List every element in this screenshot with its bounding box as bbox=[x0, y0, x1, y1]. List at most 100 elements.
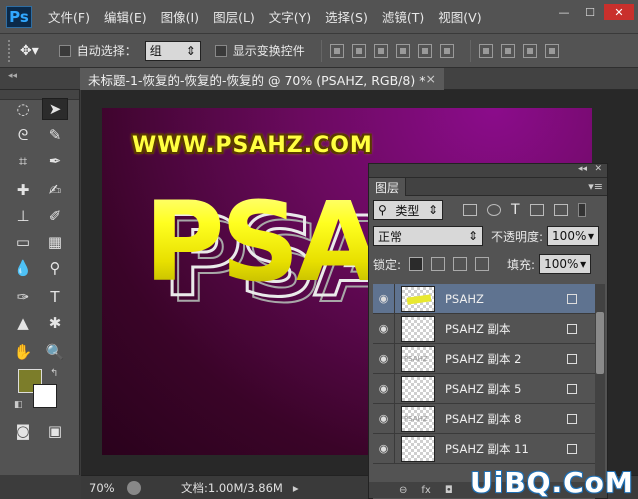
background-color-swatch[interactable] bbox=[33, 384, 57, 408]
menu-image[interactable]: 图像(I) bbox=[161, 7, 199, 26]
filter-kind-dropdown[interactable]: ⚲ 类型 ⇕ bbox=[373, 200, 443, 220]
hand-tool-icon[interactable]: ✋ bbox=[10, 341, 36, 363]
filter-type-icon[interactable]: T bbox=[511, 202, 520, 218]
menu-view[interactable]: 视图(V) bbox=[438, 7, 481, 26]
lock-transparency-icon[interactable] bbox=[409, 257, 424, 271]
gradient-tool-icon[interactable]: ▦ bbox=[42, 231, 68, 253]
layer-row[interactable]: ◉ PSAHZ 副本 11 bbox=[373, 433, 595, 464]
status-info-icon[interactable] bbox=[127, 480, 141, 495]
filter-pixel-icon[interactable] bbox=[463, 204, 477, 216]
panel-menu-icon[interactable]: ▾≡ bbox=[588, 180, 603, 193]
filter-shape-icon[interactable] bbox=[529, 204, 544, 216]
distribute-vcenter-icon[interactable] bbox=[500, 43, 515, 58]
visibility-eye-icon[interactable]: ◉ bbox=[373, 343, 395, 374]
align-left-icon[interactable] bbox=[395, 43, 410, 58]
minimize-button[interactable]: — bbox=[552, 4, 576, 20]
pen-tool-icon[interactable]: ✑ bbox=[10, 286, 36, 308]
screen-mode-icon[interactable]: ▣ bbox=[42, 420, 68, 442]
collapse-icon[interactable]: ◂◂ bbox=[8, 71, 17, 81]
layer-thumbnail bbox=[401, 435, 435, 462]
status-zoom[interactable]: 70% bbox=[89, 481, 127, 495]
add-mask-icon[interactable]: ◘ bbox=[445, 485, 453, 496]
chevron-down-icon: ▾ bbox=[580, 257, 587, 271]
collapse-panel-icon[interactable]: ◂◂ bbox=[578, 164, 587, 174]
options-grip[interactable] bbox=[8, 39, 14, 62]
auto-select-label: 自动选择： bbox=[76, 44, 137, 58]
visibility-eye-icon[interactable]: ◉ bbox=[373, 373, 395, 404]
chevron-down-icon: ▾ bbox=[588, 229, 595, 243]
maximize-button[interactable]: ☐ bbox=[578, 4, 602, 20]
layer-row[interactable]: ◉ PSAHZ 副本 8 bbox=[373, 403, 595, 434]
layer-row[interactable]: ◉ PSAHZ bbox=[373, 284, 595, 314]
status-arrow-icon[interactable]: ▸ bbox=[293, 481, 299, 495]
align-right-icon[interactable] bbox=[439, 43, 454, 58]
filter-adjustment-icon[interactable] bbox=[487, 204, 501, 216]
document-tab[interactable]: 未标题-1-恢复的-恢复的-恢复的 @ 70% (PSAHZ, RGB/8) *… bbox=[80, 68, 444, 90]
layer-row[interactable]: ◉ PSAHZ 副本 5 bbox=[373, 373, 595, 404]
move-tool-icon[interactable]: ✥▾ bbox=[20, 43, 39, 59]
brush-tool-icon[interactable]: ✍ bbox=[42, 179, 68, 201]
type-tool-icon[interactable]: T bbox=[42, 286, 68, 308]
menu-layer[interactable]: 图层(L) bbox=[213, 7, 255, 26]
shape-tool-icon[interactable]: ✱ bbox=[42, 312, 68, 334]
default-colors-icon[interactable]: ◧ bbox=[14, 400, 23, 410]
layer-thumbnail bbox=[401, 315, 435, 342]
healing-brush-tool-icon[interactable]: ✚ bbox=[10, 179, 36, 201]
close-button[interactable]: ✕ bbox=[604, 4, 634, 20]
align-hcenter-icon[interactable] bbox=[417, 43, 432, 58]
zoom-tool-icon[interactable]: 🔍 bbox=[42, 341, 68, 363]
search-icon: ⚲ bbox=[378, 203, 387, 217]
link-layers-icon[interactable]: ⊖ bbox=[399, 485, 407, 496]
menu-file[interactable]: 文件(F) bbox=[48, 7, 90, 26]
align-bottom-icon[interactable] bbox=[373, 43, 388, 58]
lock-position-icon[interactable] bbox=[453, 257, 468, 271]
close-tab-icon[interactable]: × bbox=[426, 71, 436, 86]
menu-select[interactable]: 选择(S) bbox=[325, 7, 368, 26]
layers-scrollbar-thumb[interactable] bbox=[596, 312, 604, 374]
eyedropper-tool-icon[interactable]: ✒ bbox=[42, 150, 68, 172]
eraser-tool-icon[interactable]: ▭ bbox=[10, 231, 36, 253]
visibility-eye-icon[interactable]: ◉ bbox=[373, 284, 395, 314]
menu-type[interactable]: 文字(Y) bbox=[269, 7, 311, 26]
filter-toggle[interactable] bbox=[577, 203, 586, 217]
lock-all-icon[interactable] bbox=[475, 257, 490, 271]
path-select-tool-icon[interactable]: ▲ bbox=[10, 312, 36, 334]
blend-mode-dropdown[interactable]: 正常 ⇕ bbox=[373, 226, 483, 246]
menu-filter[interactable]: 滤镜(T) bbox=[382, 7, 424, 26]
crop-tool-icon[interactable]: ⌗ bbox=[10, 150, 36, 172]
distribute-bottom-icon[interactable] bbox=[522, 43, 537, 58]
blur-tool-icon[interactable]: 💧 bbox=[10, 257, 36, 279]
opacity-input[interactable]: 100% ▾ bbox=[547, 226, 600, 246]
auto-select-checkbox[interactable] bbox=[58, 44, 71, 57]
show-transform-checkbox[interactable] bbox=[214, 44, 227, 57]
auto-select-dropdown[interactable]: 组 ⇕ bbox=[144, 40, 201, 61]
layer-row[interactable]: ◉ PSAHZ 副本 2 bbox=[373, 343, 595, 374]
distribute-top-icon[interactable] bbox=[478, 43, 493, 58]
swap-colors-icon[interactable]: ↰ bbox=[50, 368, 58, 379]
history-brush-tool-icon[interactable]: ✐ bbox=[42, 205, 68, 227]
close-panel-icon[interactable]: ✕ bbox=[594, 164, 602, 174]
visibility-eye-icon[interactable]: ◉ bbox=[373, 403, 395, 434]
lock-row: 锁定: 填充: 100% ▾ bbox=[369, 254, 607, 274]
distribute-left-icon[interactable] bbox=[544, 43, 559, 58]
lasso-tool-icon[interactable]: ᘓ bbox=[10, 124, 36, 146]
dodge-tool-icon[interactable]: ⚲ bbox=[42, 257, 68, 279]
tab-layers[interactable]: 图层 bbox=[369, 178, 407, 196]
fill-input[interactable]: 100% ▾ bbox=[539, 254, 592, 274]
add-style-icon[interactable]: fx bbox=[421, 485, 430, 496]
menu-edit[interactable]: 编辑(E) bbox=[104, 7, 147, 26]
clone-stamp-tool-icon[interactable]: ⊥ bbox=[10, 205, 36, 227]
quick-mask-icon[interactable]: ◙ bbox=[10, 420, 36, 442]
visibility-eye-icon[interactable]: ◉ bbox=[373, 433, 395, 464]
visibility-eye-icon[interactable]: ◉ bbox=[373, 313, 395, 344]
fill-label: 填充: bbox=[507, 257, 536, 272]
quick-select-tool-icon[interactable]: ✎ bbox=[42, 124, 68, 146]
align-vcenter-icon[interactable] bbox=[351, 43, 366, 58]
layer-row[interactable]: ◉ PSAHZ 副本 bbox=[373, 313, 595, 344]
filter-smart-object-icon[interactable] bbox=[553, 204, 568, 216]
move-tool-icon[interactable]: ➤ bbox=[42, 98, 68, 120]
marquee-tool-icon[interactable]: ◌ bbox=[10, 98, 36, 120]
align-top-icon[interactable] bbox=[329, 43, 344, 58]
lock-pixels-icon[interactable] bbox=[431, 257, 446, 271]
layers-scrollbar[interactable] bbox=[595, 284, 605, 484]
